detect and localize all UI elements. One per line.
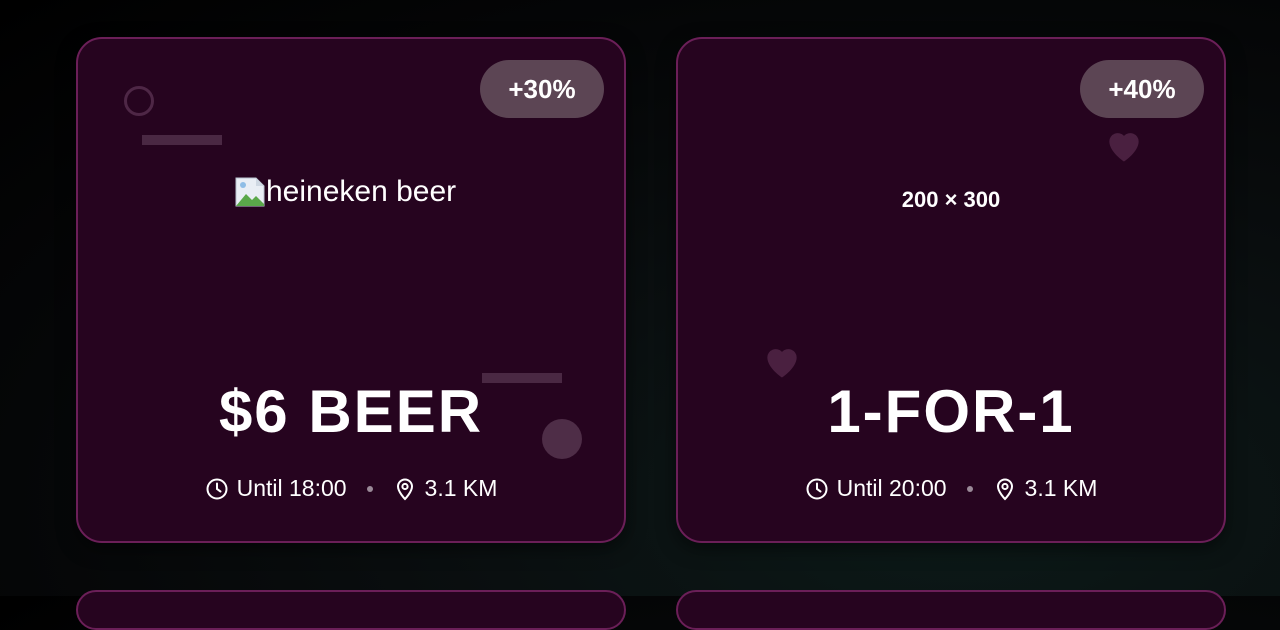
clock-icon [806, 478, 828, 499]
deal-headline: $6 BEER [218, 378, 484, 445]
decor-ring [124, 86, 154, 116]
deal-meta: Until 20:00 3.1 KM [678, 475, 1224, 502]
deal-time: Until 20:00 [836, 475, 947, 501]
deal-card-partial[interactable] [76, 590, 626, 630]
location-pin-icon [396, 478, 413, 500]
image-placeholder: 200 × 300 [901, 187, 1001, 212]
deal-time: Until 18:00 [236, 475, 347, 501]
deal-headline: 1-FOR-1 [827, 378, 1075, 445]
clock-icon [206, 478, 228, 499]
deal-distance: 3.1 KM [1024, 475, 1098, 501]
discount-badge: +40% [1080, 60, 1204, 118]
heart-icon [1109, 133, 1139, 162]
deal-card-heineken[interactable]: +30% heineken beer $6 BEER Until 18:00 3… [76, 37, 626, 543]
deal-image: heineken beer [234, 175, 456, 209]
image-alt-text: heineken beer [266, 175, 457, 208]
deal-card-1-for-1[interactable]: +40% 200 × 300 1-FOR-1 Until 20:00 3.1 K… [676, 37, 1226, 543]
discount-badge: +30% [480, 60, 604, 118]
deal-card-partial[interactable] [676, 590, 1226, 630]
deal-meta: Until 18:00 3.1 KM [78, 475, 624, 502]
meta-separator [966, 485, 973, 492]
decor-bar [142, 135, 222, 145]
deal-distance: 3.1 KM [424, 475, 498, 501]
meta-separator [366, 485, 373, 492]
broken-image-icon [235, 177, 265, 207]
location-pin-icon [996, 478, 1013, 500]
